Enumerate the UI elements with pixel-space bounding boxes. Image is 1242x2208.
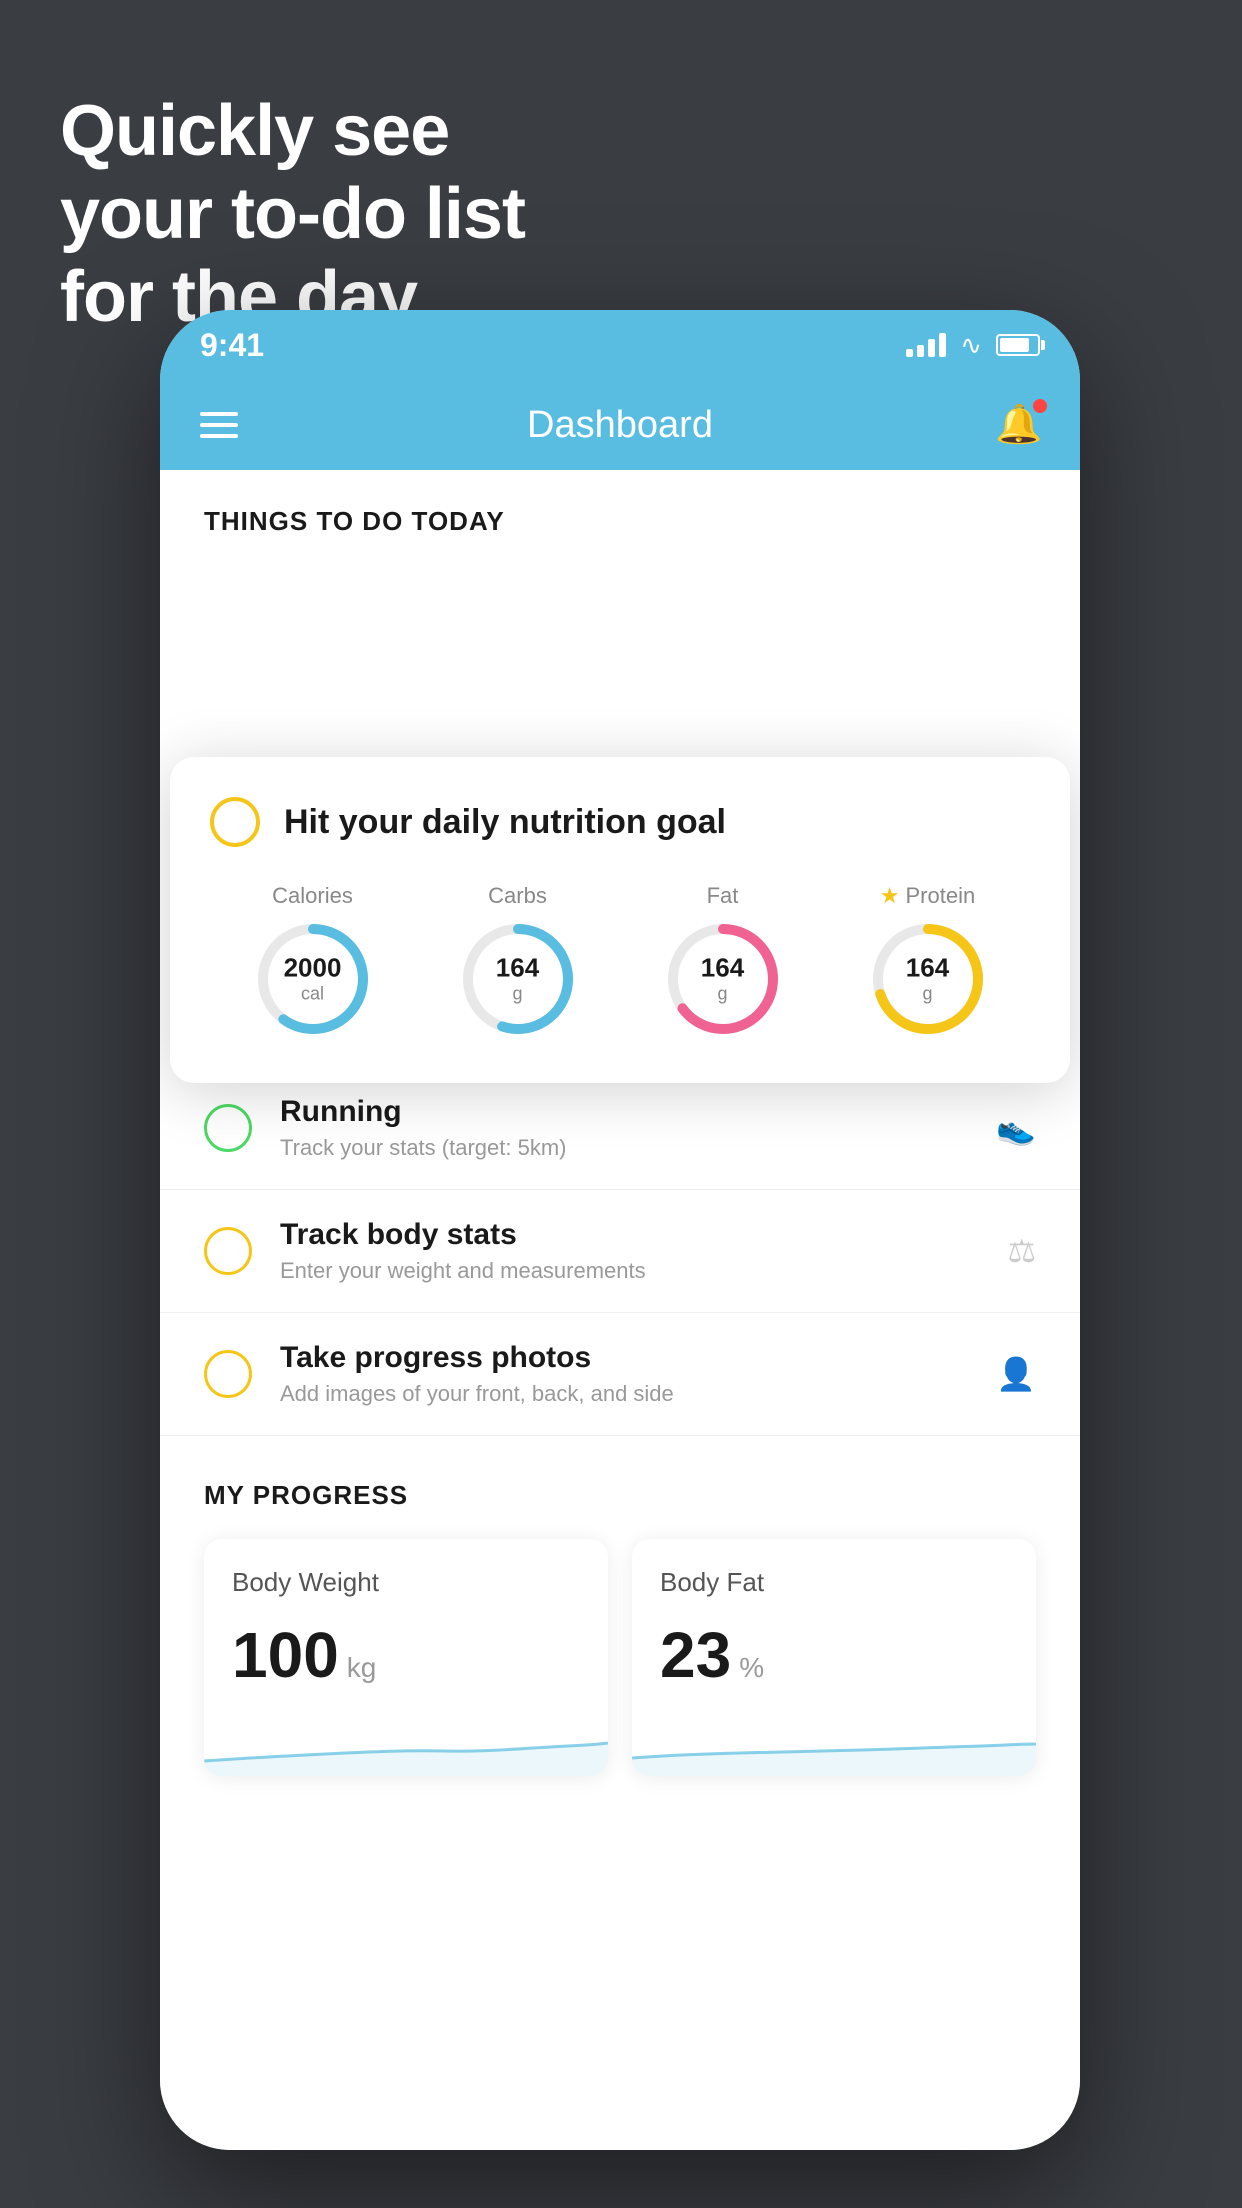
nutrition-row: Calories 2000 cal — [210, 883, 1030, 1039]
things-section-label: THINGS TO DO TODAY — [204, 506, 1036, 537]
carbs-value: 164 — [496, 953, 539, 984]
photos-checkbox[interactable] — [204, 1350, 252, 1398]
body-fat-title: Body Fat — [660, 1567, 1008, 1598]
body-fat-unit: % — [739, 1652, 764, 1684]
fat-donut: 164 g — [663, 919, 783, 1039]
body-fat-value-row: 23 % — [660, 1618, 1008, 1692]
protein-donut: 164 g — [868, 919, 988, 1039]
calories-label: Calories — [272, 883, 353, 909]
running-icon: 👟 — [996, 1109, 1036, 1147]
protein-value: 164 — [906, 953, 949, 984]
nutrition-card: Hit your daily nutrition goal Calories — [170, 757, 1070, 1083]
photos-text: Take progress photos Add images of your … — [280, 1341, 968, 1407]
status-icons: ∿ — [906, 330, 1040, 361]
phone-content: THINGS TO DO TODAY Hit your daily nutrit… — [160, 470, 1080, 2150]
menu-button[interactable] — [200, 412, 238, 438]
nutrition-carbs: Carbs 164 g — [458, 883, 578, 1039]
app-title: Dashboard — [527, 404, 713, 447]
fat-value: 164 — [701, 953, 744, 984]
status-bar: 9:41 ∿ — [160, 310, 1080, 380]
fat-label: Fat — [707, 883, 739, 909]
progress-section-label: MY PROGRESS — [204, 1480, 1036, 1511]
body-fat-value: 23 — [660, 1618, 731, 1692]
person-icon: 👤 — [996, 1355, 1036, 1393]
nutrition-protein: ★ Protein 164 g — [868, 883, 988, 1039]
battery-icon — [996, 334, 1040, 356]
body-stats-text: Track body stats Enter your weight and m… — [280, 1218, 979, 1284]
scale-icon: ⚖ — [1007, 1232, 1036, 1270]
signal-icon — [906, 333, 946, 357]
running-subtitle: Track your stats (target: 5km) — [280, 1135, 968, 1161]
body-weight-title: Body Weight — [232, 1567, 580, 1598]
carbs-label: Carbs — [488, 883, 547, 909]
body-weight-card[interactable]: Body Weight 100 kg — [204, 1539, 608, 1776]
star-icon: ★ — [880, 883, 900, 909]
body-weight-chart — [204, 1716, 608, 1776]
protein-label: ★ Protein — [880, 883, 975, 909]
body-weight-unit: kg — [347, 1652, 377, 1684]
nutrition-card-header: Hit your daily nutrition goal — [210, 797, 1030, 847]
nutrition-checkbox[interactable] — [210, 797, 260, 847]
body-fat-card[interactable]: Body Fat 23 % — [632, 1539, 1036, 1776]
wifi-icon: ∿ — [960, 330, 982, 361]
app-header: Dashboard 🔔 — [160, 380, 1080, 470]
progress-section: MY PROGRESS Body Weight 100 kg — [160, 1436, 1080, 1776]
notification-dot — [1033, 399, 1047, 413]
status-time: 9:41 — [200, 327, 264, 364]
body-weight-value-row: 100 kg — [232, 1618, 580, 1692]
todo-item-photos[interactable]: Take progress photos Add images of your … — [160, 1313, 1080, 1436]
nutrition-fat: Fat 164 g — [663, 883, 783, 1039]
calories-unit: cal — [284, 984, 342, 1006]
body-weight-value: 100 — [232, 1618, 339, 1692]
body-fat-chart — [632, 1716, 1036, 1776]
photos-title: Take progress photos — [280, 1341, 968, 1375]
notifications-button[interactable]: 🔔 — [994, 400, 1044, 450]
protein-unit: g — [906, 984, 949, 1006]
headline: Quickly see your to-do list for the day. — [60, 90, 525, 338]
calories-value: 2000 — [284, 953, 342, 984]
calories-donut: 2000 cal — [253, 919, 373, 1039]
things-section: THINGS TO DO TODAY — [160, 470, 1080, 537]
headline-line2: your to-do list — [60, 173, 525, 256]
nutrition-calories: Calories 2000 cal — [253, 883, 373, 1039]
nutrition-card-title: Hit your daily nutrition goal — [284, 803, 726, 842]
phone-shell: 9:41 ∿ Dashboard 🔔 THINGS TO DO TODAY — [160, 310, 1080, 2150]
body-stats-subtitle: Enter your weight and measurements — [280, 1258, 979, 1284]
carbs-donut: 164 g — [458, 919, 578, 1039]
photos-subtitle: Add images of your front, back, and side — [280, 1381, 968, 1407]
carbs-unit: g — [496, 984, 539, 1006]
fat-unit: g — [701, 984, 744, 1006]
body-stats-title: Track body stats — [280, 1218, 979, 1252]
headline-line1: Quickly see — [60, 90, 525, 173]
todo-item-body-stats[interactable]: Track body stats Enter your weight and m… — [160, 1190, 1080, 1313]
progress-grid: Body Weight 100 kg Body Fat — [204, 1539, 1036, 1776]
body-stats-checkbox[interactable] — [204, 1227, 252, 1275]
running-checkbox[interactable] — [204, 1104, 252, 1152]
todo-list: Running Track your stats (target: 5km) 👟… — [160, 1067, 1080, 1436]
running-title: Running — [280, 1095, 968, 1129]
todo-item-running[interactable]: Running Track your stats (target: 5km) 👟 — [160, 1067, 1080, 1190]
running-text: Running Track your stats (target: 5km) — [280, 1095, 968, 1161]
